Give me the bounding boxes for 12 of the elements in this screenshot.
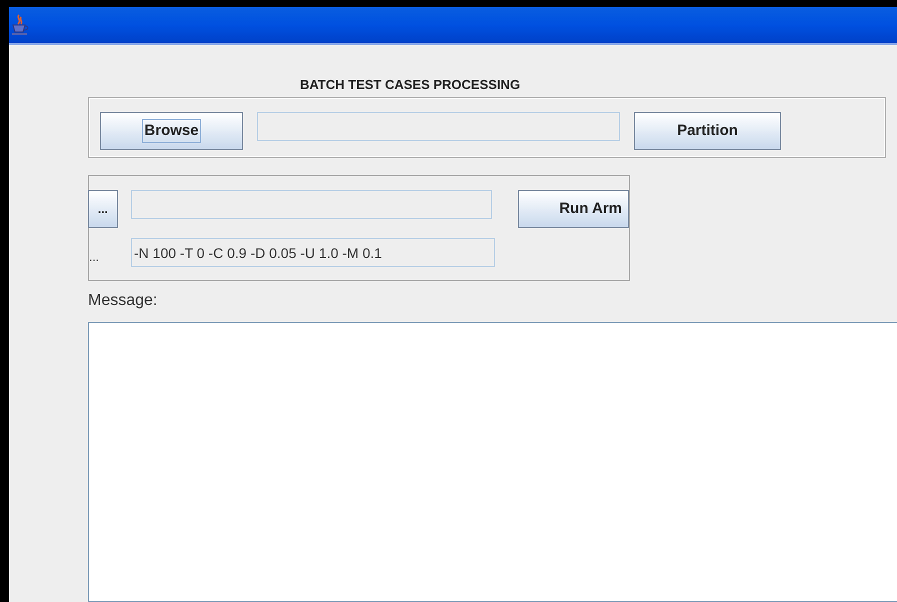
message-area[interactable] <box>88 322 897 602</box>
browse-small-button[interactable]: ... <box>88 190 118 228</box>
heading: BATCH TEST CASES PROCESSING <box>300 77 520 93</box>
file-path-field[interactable] <box>257 112 620 141</box>
message-label: Message: <box>88 291 158 311</box>
partition-button[interactable]: Partition <box>634 112 781 150</box>
run-arm-button[interactable]: Run Arm <box>518 190 629 228</box>
input-field[interactable] <box>130 190 492 219</box>
coffee-cup-icon <box>11 14 29 36</box>
options-field[interactable]: -N 100 -T 0 -C 0.9 -D 0.05 -U 1.0 -M 0.1 <box>131 238 495 267</box>
browse-button[interactable]: Browse <box>100 112 243 150</box>
options-label: ... <box>89 248 100 266</box>
